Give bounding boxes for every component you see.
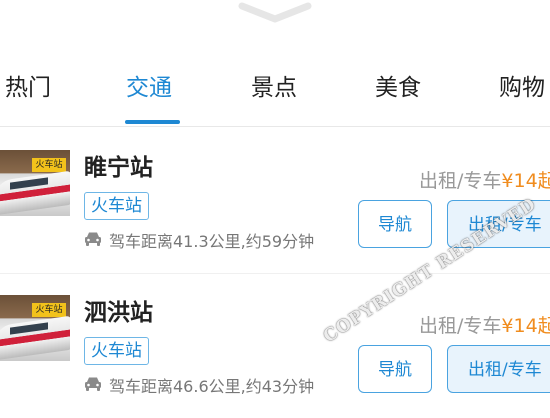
tab-sights[interactable]: 景点 (251, 68, 297, 108)
navigate-button[interactable]: 导航 (358, 345, 432, 393)
chevron-down-icon[interactable] (238, 0, 312, 24)
station-sign: 火车站 (32, 158, 66, 172)
tab-hot[interactable]: 热门 (5, 68, 51, 108)
station-name[interactable]: 睢宁站 (84, 148, 153, 182)
station-type-tag: 火车站 (84, 192, 149, 220)
navigate-button[interactable]: 导航 (358, 200, 432, 248)
tab-transport[interactable]: 交通 (126, 68, 172, 108)
active-tab-indicator (125, 120, 180, 124)
station-card[interactable]: 火车站 泗洪站 火车站 驾车距离46.6公里,约43分钟 出租/专车¥14起 导… (0, 273, 550, 418)
tab-food[interactable]: 美食 (375, 68, 421, 108)
taxi-button[interactable]: 出租/专车 (447, 200, 550, 248)
driving-distance: 驾车距离46.6公里,约43分钟 (109, 377, 315, 396)
train-image (0, 170, 70, 216)
taxi-price: 出租/专车¥14起 (419, 166, 550, 193)
car-icon (85, 377, 101, 391)
station-thumbnail: 火车站 (0, 150, 70, 216)
category-tabs: 热门 交通 景点 美食 购物 (0, 52, 550, 127)
station-thumbnail: 火车站 (0, 295, 70, 361)
price-label: 出租/专车 (419, 315, 502, 337)
train-image (0, 315, 70, 361)
price-amount: ¥14起 (501, 315, 550, 337)
station-name[interactable]: 泗洪站 (84, 293, 153, 327)
car-icon (85, 232, 101, 246)
station-type-tag: 火车站 (84, 337, 149, 365)
price-amount: ¥14起 (501, 170, 550, 192)
taxi-price: 出租/专车¥14起 (419, 311, 550, 338)
taxi-button[interactable]: 出租/专车 (447, 345, 550, 393)
tab-shopping[interactable]: 购物 (499, 68, 545, 108)
price-label: 出租/专车 (419, 170, 502, 192)
station-card[interactable]: 火车站 睢宁站 火车站 驾车距离41.3公里,约59分钟 出租/专车¥14起 导… (0, 128, 550, 274)
driving-distance: 驾车距离41.3公里,约59分钟 (109, 232, 315, 251)
station-sign: 火车站 (32, 303, 66, 317)
